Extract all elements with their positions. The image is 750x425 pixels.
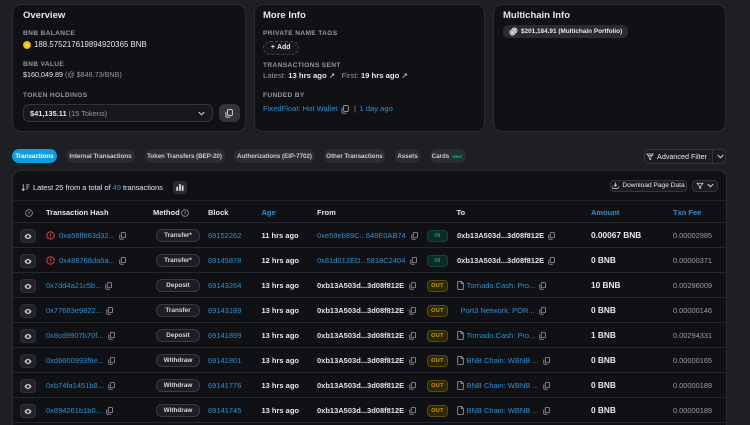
- svg-text:?: ?: [184, 210, 187, 216]
- svg-text:?: ?: [28, 210, 31, 216]
